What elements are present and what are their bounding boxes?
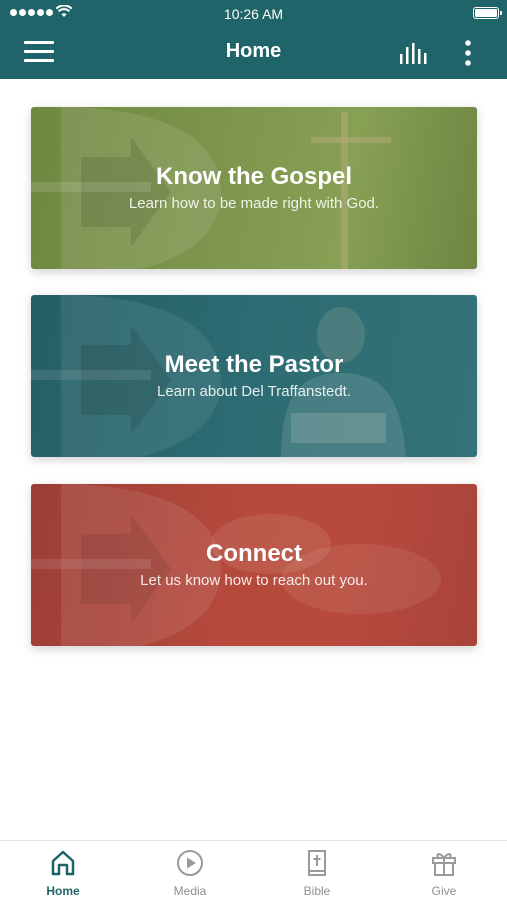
- tab-label: Give: [431, 884, 457, 898]
- tab-media[interactable]: Media: [127, 841, 253, 901]
- more-vertical-icon: [465, 40, 471, 66]
- status-time: 10:26 AM: [223, 6, 284, 22]
- tab-bible[interactable]: Bible: [254, 841, 380, 901]
- card-title: Know the Gospel: [155, 163, 352, 190]
- card-subtitle: Learn how to be made right with God.: [128, 195, 380, 212]
- page-title: Home: [225, 40, 282, 62]
- bible-icon: [308, 850, 326, 876]
- tab-bar: Home Media Bible Give: [0, 840, 507, 901]
- card-title: Meet the Pastor: [164, 351, 344, 378]
- tab-give[interactable]: Give: [381, 841, 507, 901]
- audio-bars-button[interactable]: [398, 41, 430, 65]
- tab-home[interactable]: Home: [0, 841, 126, 901]
- home-icon: [51, 850, 75, 876]
- card-title: Connect: [206, 540, 302, 567]
- status-bar: 10:26 AM: [0, 0, 507, 26]
- card-subtitle: Let us know how to reach out you.: [140, 572, 368, 589]
- app-header: 10:26 AM Home: [0, 0, 507, 79]
- card-connect[interactable]: Connect Let us know how to reach out you…: [31, 484, 477, 646]
- nav-bar: Home: [0, 26, 507, 79]
- card-subtitle: Learn about Del Traffanstedt.: [156, 383, 352, 400]
- card-know-the-gospel[interactable]: Know the Gospel Learn how to be made rig…: [31, 107, 477, 269]
- tab-label: Home: [46, 884, 80, 898]
- more-button[interactable]: [460, 39, 476, 67]
- equalizer-icon: [400, 43, 427, 64]
- play-circle-icon: [177, 850, 203, 876]
- tab-label: Media: [173, 884, 207, 898]
- tab-label: Bible: [303, 884, 331, 898]
- gift-icon: [432, 853, 456, 876]
- battery-icon: [473, 7, 502, 19]
- card-meet-the-pastor[interactable]: Meet the Pastor Learn about Del Traffans…: [31, 295, 477, 457]
